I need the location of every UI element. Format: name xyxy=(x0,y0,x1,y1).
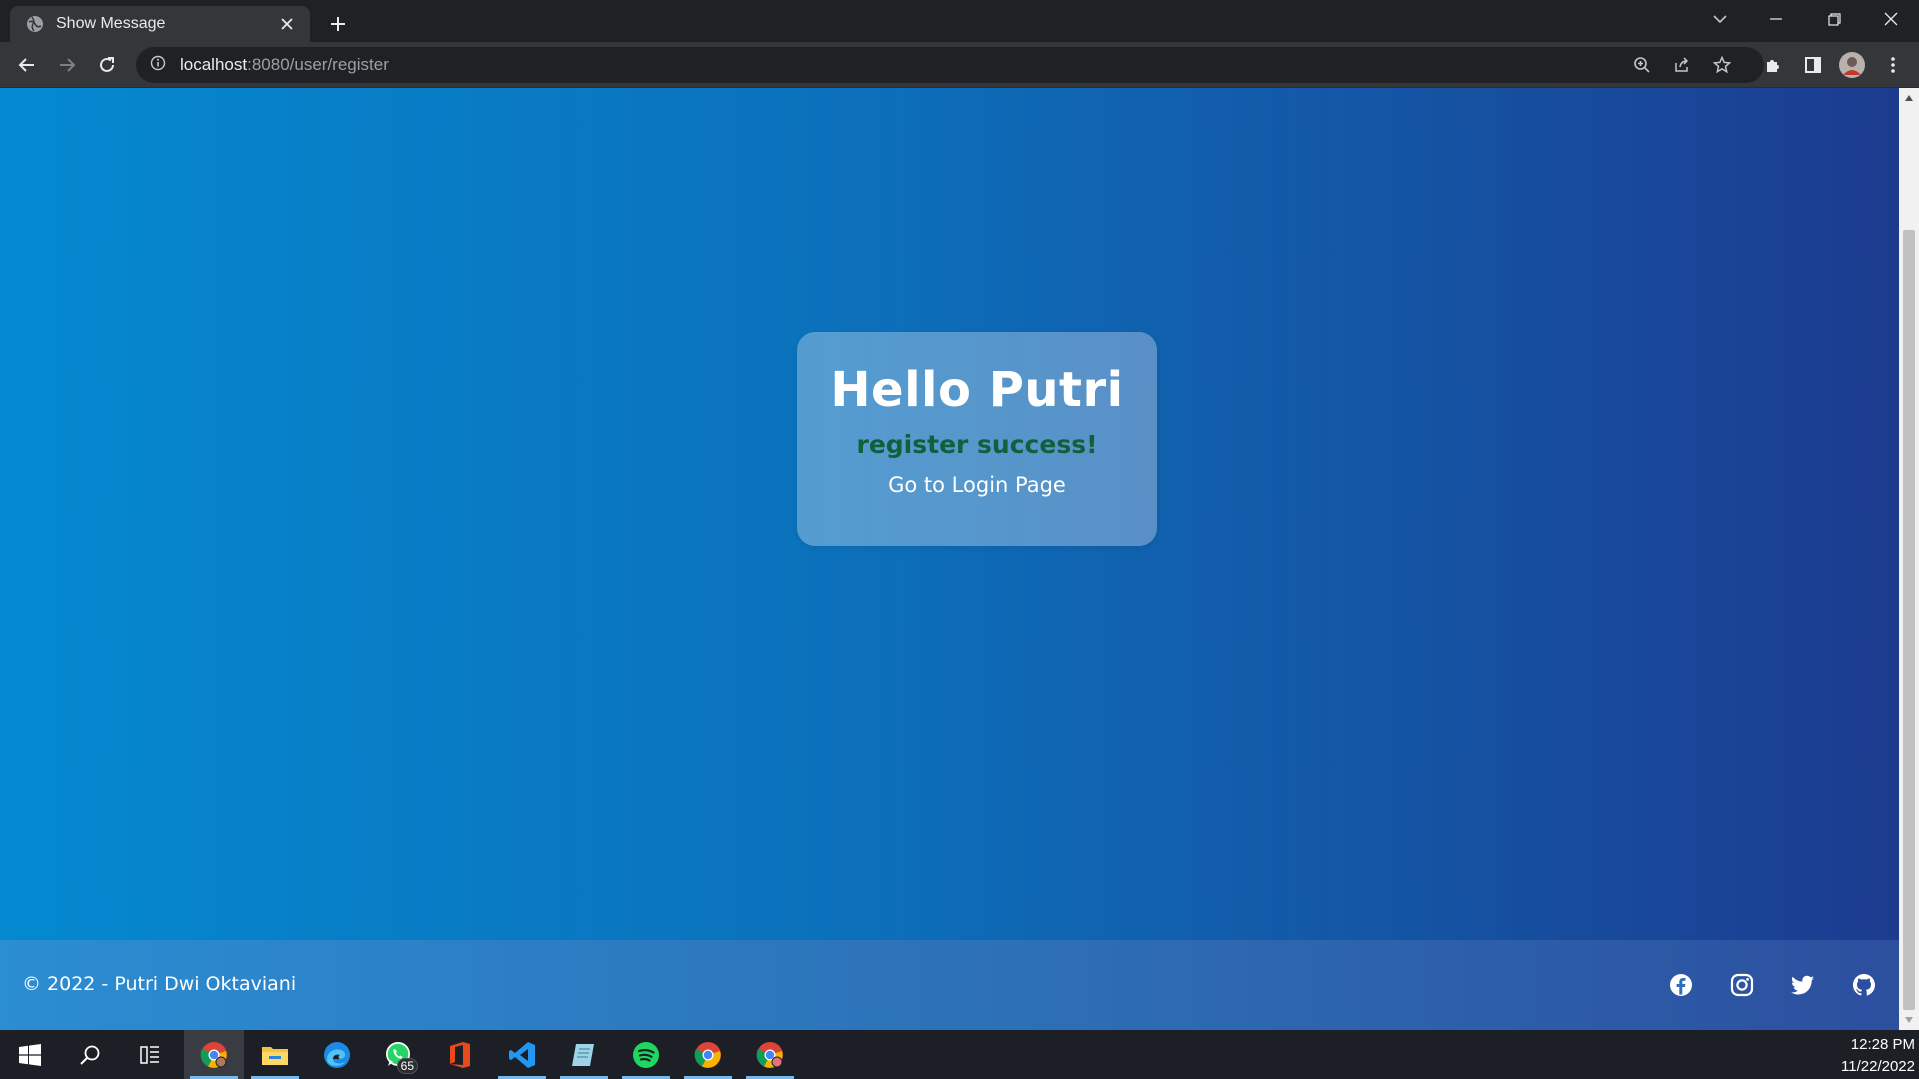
scroll-up-arrow-icon[interactable] xyxy=(1903,92,1915,104)
side-panel-icon[interactable] xyxy=(1797,49,1829,81)
notepad-icon[interactable] xyxy=(554,1030,614,1079)
twitter-icon[interactable] xyxy=(1789,971,1817,999)
scrollbar-thumb[interactable] xyxy=(1903,230,1915,1010)
success-message: register success! xyxy=(856,430,1098,459)
taskbar-clock[interactable]: 12:28 PM 11/22/2022 xyxy=(1841,1034,1915,1078)
chrome-profile-icon[interactable] xyxy=(184,1030,244,1079)
browser-toolbar: localhost:8080/user/register xyxy=(0,42,1919,88)
scroll-down-arrow-icon[interactable] xyxy=(1903,1014,1915,1026)
globe-icon xyxy=(26,15,44,33)
info-icon[interactable] xyxy=(150,55,166,76)
chrome-profile-2-icon[interactable] xyxy=(740,1030,800,1079)
url-text: localhost:8080/user/register xyxy=(180,55,389,74)
page-viewport: Hello Putri register success! Go to Logi… xyxy=(0,88,1899,1030)
clock-date: 11/22/2022 xyxy=(1841,1058,1915,1075)
greeting-title: Hello Putri xyxy=(830,362,1124,418)
clock-time: 12:28 PM xyxy=(1850,1036,1915,1053)
office-icon[interactable] xyxy=(430,1030,490,1079)
page-scrollbar[interactable] xyxy=(1899,88,1919,1030)
avatar[interactable] xyxy=(1836,49,1868,81)
page-footer: © 2022 - Putri Dwi Oktaviani xyxy=(0,940,1899,1030)
login-page-link[interactable]: Go to Login Page xyxy=(888,473,1066,497)
share-icon[interactable] xyxy=(1668,51,1696,79)
edge-icon[interactable] xyxy=(307,1030,367,1079)
menu-kebab-icon[interactable] xyxy=(1877,49,1909,81)
github-icon[interactable] xyxy=(1850,971,1878,999)
instagram-icon[interactable] xyxy=(1728,971,1756,999)
address-bar[interactable]: localhost:8080/user/register xyxy=(136,47,1764,83)
chrome-icon[interactable] xyxy=(678,1030,738,1079)
search-icon[interactable] xyxy=(60,1030,120,1079)
spotify-icon[interactable] xyxy=(616,1030,676,1079)
zoom-icon[interactable] xyxy=(1628,51,1656,79)
browser-tab[interactable]: Show Message xyxy=(10,6,310,42)
facebook-icon[interactable] xyxy=(1667,971,1695,999)
windows-taskbar: 65 12:28 PM 11/22/2022 xyxy=(0,1030,1919,1079)
footer-copyright: © 2022 - Putri Dwi Oktaviani xyxy=(22,973,297,995)
reload-button[interactable] xyxy=(91,49,123,81)
whatsapp-badge: 65 xyxy=(396,1058,418,1074)
vscode-icon[interactable] xyxy=(492,1030,552,1079)
browser-tab-strip: Show Message xyxy=(0,0,1919,42)
message-card: Hello Putri register success! Go to Logi… xyxy=(797,332,1157,546)
tab-title: Show Message xyxy=(56,15,166,32)
whatsapp-icon[interactable]: 65 xyxy=(368,1030,428,1079)
file-explorer-icon[interactable] xyxy=(245,1030,305,1079)
tab-close-icon[interactable] xyxy=(274,11,300,37)
bookmark-star-icon[interactable] xyxy=(1708,51,1736,79)
forward-button[interactable] xyxy=(51,49,83,81)
tab-search-icon[interactable] xyxy=(1692,0,1748,38)
minimize-button[interactable] xyxy=(1748,0,1804,38)
task-view-icon[interactable] xyxy=(120,1030,180,1079)
restore-button[interactable] xyxy=(1806,0,1862,38)
new-tab-button[interactable] xyxy=(323,9,353,39)
extensions-icon[interactable] xyxy=(1757,49,1789,81)
close-window-button[interactable] xyxy=(1863,0,1919,38)
start-button[interactable] xyxy=(0,1030,60,1079)
back-button[interactable] xyxy=(11,49,43,81)
